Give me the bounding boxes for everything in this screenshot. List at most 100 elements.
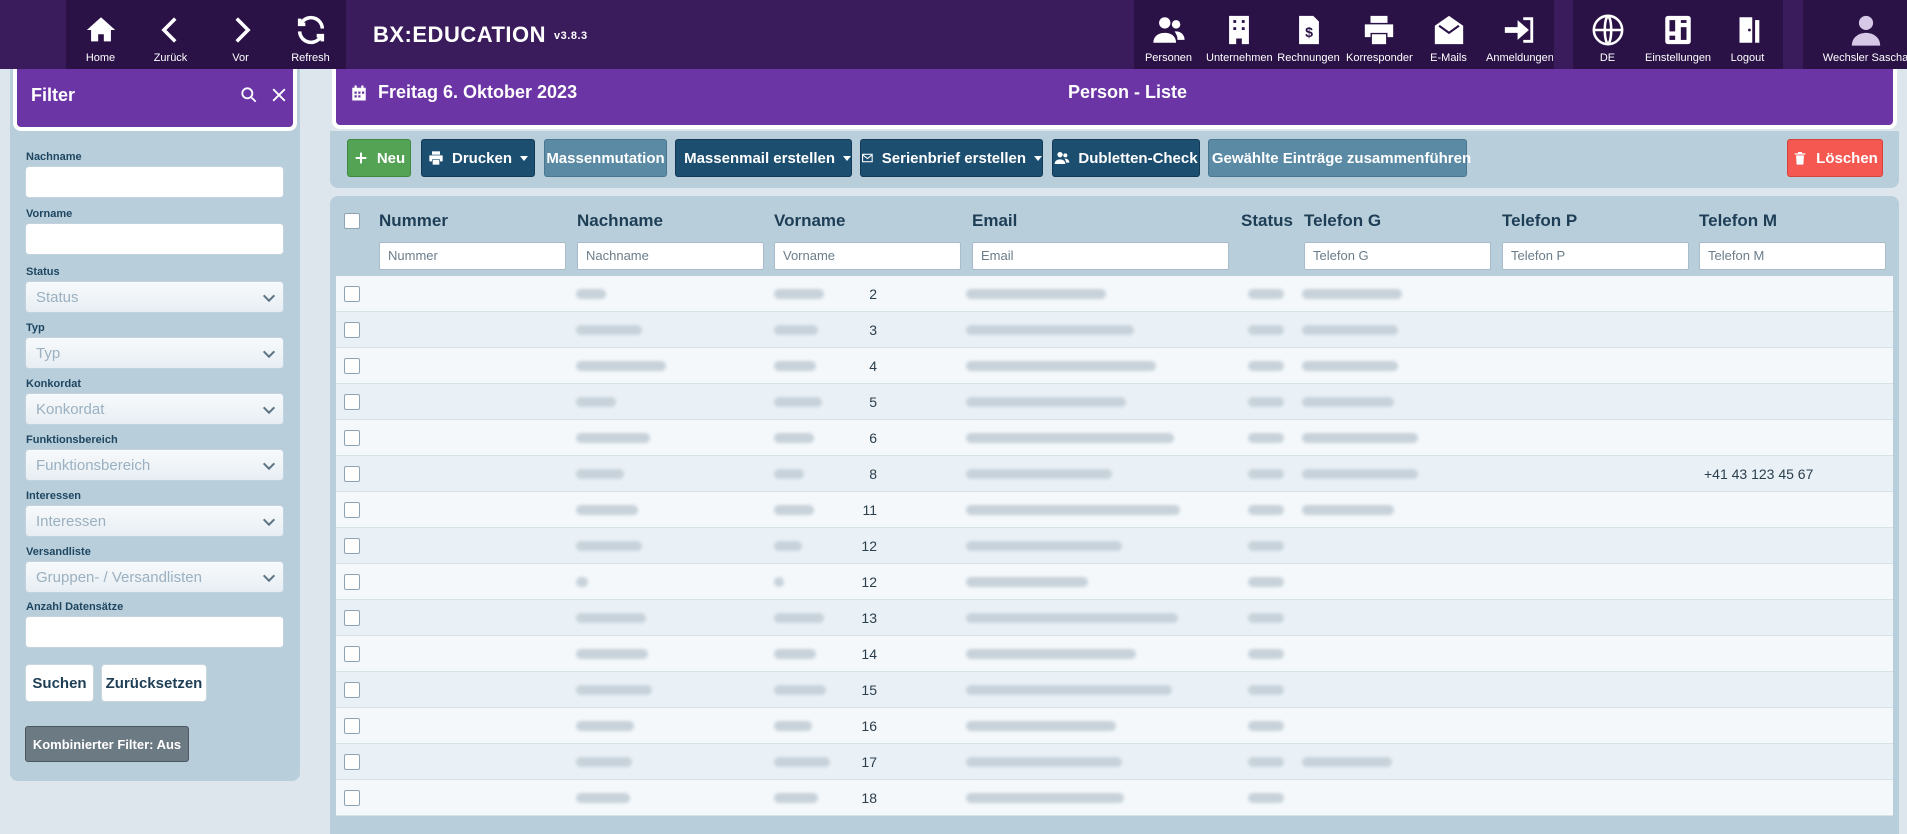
row-checkbox[interactable] (344, 610, 360, 626)
row-nummer: 12 (861, 574, 877, 590)
row-checkbox[interactable] (344, 466, 360, 482)
serienbrief-button[interactable]: Serienbrief erstellen (860, 139, 1043, 177)
user-button[interactable]: Wechsler Sascha (1803, 0, 1907, 69)
new-button[interactable]: Neu (347, 139, 411, 177)
column-header-telefon-m[interactable]: Telefon M (1699, 211, 1777, 231)
filter-email-input[interactable]: Email (972, 242, 1229, 270)
nachname-input[interactable] (25, 166, 284, 198)
app-brand: BX:EDUCATION v3.8.3 (373, 22, 588, 47)
column-header-email[interactable]: Email (972, 211, 1017, 231)
table-row[interactable]: 6 (336, 420, 1893, 456)
filter-telefon-p-input[interactable]: Telefon P (1502, 242, 1689, 270)
redacted-nachname (576, 325, 642, 335)
column-header-telefon-p[interactable]: Telefon P (1502, 211, 1577, 231)
table-row[interactable]: 15 (336, 672, 1893, 708)
interessen-select[interactable]: Interessen (25, 505, 284, 537)
redacted-vorname (774, 685, 826, 695)
table-row[interactable]: 12 (336, 528, 1893, 564)
row-checkbox[interactable] (344, 358, 360, 374)
close-icon[interactable] (269, 85, 289, 105)
filter-telefon-g-input[interactable]: Telefon G (1304, 242, 1491, 270)
redacted-vorname (774, 397, 822, 407)
column-header-vorname[interactable]: Vorname (774, 211, 846, 231)
nav-rechnungen[interactable]: $ Rechnungen (1274, 0, 1344, 69)
forward-button[interactable]: Vor (206, 0, 276, 69)
table-row[interactable]: 13 (336, 600, 1893, 636)
redacted-status (1248, 721, 1284, 731)
settings-button[interactable]: Einstellungen (1643, 0, 1713, 69)
redacted-nachname (576, 721, 634, 731)
delete-button[interactable]: Löschen (1787, 139, 1883, 177)
row-checkbox[interactable] (344, 646, 360, 662)
search-icon[interactable] (239, 85, 259, 105)
table-row[interactable]: 5 (336, 384, 1893, 420)
language-button[interactable]: DE (1573, 0, 1643, 69)
redacted-status (1248, 685, 1284, 695)
select-all-checkbox[interactable] (344, 213, 360, 229)
nav-personen[interactable]: Personen (1134, 0, 1204, 69)
table-row[interactable]: 4 (336, 348, 1893, 384)
filter-telefon-m-input[interactable]: Telefon M (1699, 242, 1886, 270)
status-select[interactable]: Status (25, 281, 284, 313)
massenmail-button[interactable]: Massenmail erstellen (675, 139, 852, 177)
table-row[interactable]: 8 +41 43 123 45 67 (336, 456, 1893, 492)
top-navigation-bar: Home Zurück Vor Refresh BX:EDUCATION v3.8… (0, 0, 1907, 69)
row-checkbox[interactable] (344, 682, 360, 698)
column-header-telefon-g[interactable]: Telefon G (1304, 211, 1381, 231)
nav-anmeldungen[interactable]: Anmeldungen (1484, 0, 1554, 69)
filter-nummer-input[interactable]: Nummer (379, 242, 566, 270)
kombinierter-filter-button[interactable]: Kombinierter Filter: Aus (25, 726, 189, 762)
row-checkbox[interactable] (344, 790, 360, 806)
row-checkbox[interactable] (344, 754, 360, 770)
table-row[interactable]: 17 (336, 744, 1893, 780)
row-checkbox[interactable] (344, 322, 360, 338)
logout-button[interactable]: Logout (1713, 0, 1783, 69)
funktionsbereich-select[interactable]: Funktionsbereich (25, 449, 284, 481)
table-row[interactable]: 12 (336, 564, 1893, 600)
konkordat-select[interactable]: Konkordat (25, 393, 284, 425)
nav-emails[interactable]: E-Mails (1414, 0, 1484, 69)
dubletten-check-button[interactable]: Dubletten-Check (1052, 139, 1200, 177)
redacted-email (966, 613, 1178, 623)
table-row[interactable]: 18 (336, 780, 1893, 816)
print-button[interactable]: Drucken (421, 139, 535, 177)
row-checkbox[interactable] (344, 718, 360, 734)
versandliste-select[interactable]: Gruppen- / Versandlisten (25, 561, 284, 593)
table-row[interactable]: 3 (336, 312, 1893, 348)
row-checkbox[interactable] (344, 538, 360, 554)
zuruecksetzen-button[interactable]: Zurücksetzen (101, 664, 207, 702)
redacted-status (1248, 361, 1284, 371)
table-row[interactable]: 11 (336, 492, 1893, 528)
nav-unternehmen[interactable]: Unternehmen (1204, 0, 1274, 69)
row-checkbox[interactable] (344, 502, 360, 518)
column-header-status[interactable]: Status (1241, 211, 1293, 231)
merge-entries-button[interactable]: Gewählte Einträge zusammenführen (1208, 139, 1471, 177)
filter-vorname-input[interactable]: Vorname (774, 242, 961, 270)
refresh-button[interactable]: Refresh (276, 0, 346, 69)
column-header-nummer[interactable]: Nummer (379, 211, 448, 231)
vorname-input[interactable] (25, 223, 284, 255)
row-checkbox[interactable] (344, 394, 360, 410)
row-checkbox[interactable] (344, 430, 360, 446)
home-button[interactable]: Home (66, 0, 136, 69)
column-header-nachname[interactable]: Nachname (577, 211, 663, 231)
nav-korrespondenz[interactable]: Korrespondenz (1344, 0, 1414, 69)
table-row[interactable]: 14 (336, 636, 1893, 672)
anzahl-input[interactable] (25, 616, 284, 648)
filter-nachname-input[interactable]: Nachname (577, 242, 764, 270)
redacted-vorname (774, 577, 784, 587)
filter-title: Filter (31, 85, 76, 105)
suchen-button[interactable]: Suchen (25, 664, 94, 702)
table-row[interactable]: 2 (336, 276, 1893, 312)
row-nummer: 16 (861, 718, 877, 734)
typ-select[interactable]: Typ (25, 337, 284, 369)
row-checkbox[interactable] (344, 286, 360, 302)
envelope-icon (862, 153, 873, 163)
row-checkbox[interactable] (344, 574, 360, 590)
massenmutation-button[interactable]: Massenmutation (544, 139, 667, 177)
back-button[interactable]: Zurück (136, 0, 206, 69)
redacted-status (1248, 505, 1284, 515)
table-row[interactable]: 16 (336, 708, 1893, 744)
filter-sidebar: Filter Nachname Vorname Status Status Ty… (10, 69, 300, 781)
row-nummer: 14 (861, 646, 877, 662)
